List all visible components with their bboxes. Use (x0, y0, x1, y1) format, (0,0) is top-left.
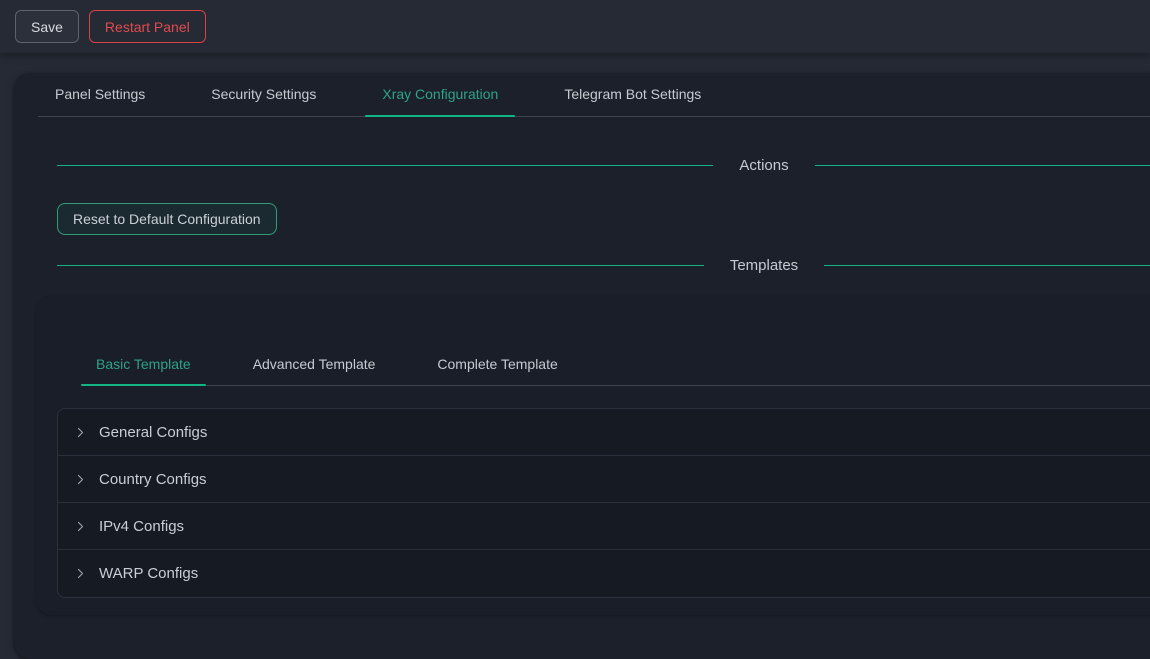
chevron-right-icon (74, 520, 87, 533)
settings-card: Panel Settings Security Settings Xray Co… (14, 73, 1150, 659)
tab-telegram-bot-settings[interactable]: Telegram Bot Settings (547, 73, 718, 116)
collapse-row-label: WARP Configs (99, 565, 198, 582)
chevron-right-icon (74, 426, 87, 439)
template-config-collapse-list: General Configs Country Configs IPv4 Con… (57, 408, 1150, 598)
tab-panel-settings[interactable]: Panel Settings (38, 73, 162, 116)
templates-card: Basic Template Advanced Template Complet… (36, 296, 1150, 615)
templates-divider-title: Templates (704, 257, 824, 274)
tab-basic-template[interactable]: Basic Template (81, 344, 206, 385)
collapse-row-label: General Configs (99, 424, 207, 441)
settings-tab-bar: Panel Settings Security Settings Xray Co… (38, 73, 1150, 117)
restart-panel-button[interactable]: Restart Panel (89, 10, 206, 43)
tab-advanced-template[interactable]: Advanced Template (238, 344, 391, 385)
collapse-row-general-configs[interactable]: General Configs (58, 409, 1150, 456)
reset-default-configuration-button[interactable]: Reset to Default Configuration (57, 203, 277, 235)
actions-divider-title: Actions (713, 157, 814, 174)
tab-security-settings[interactable]: Security Settings (194, 73, 333, 116)
actions-divider: Actions (57, 153, 1150, 177)
tab-xray-configuration[interactable]: Xray Configuration (365, 73, 515, 116)
collapse-row-ipv4-configs[interactable]: IPv4 Configs (58, 503, 1150, 550)
chevron-right-icon (74, 567, 87, 580)
save-button[interactable]: Save (15, 10, 79, 43)
tab-complete-template[interactable]: Complete Template (422, 344, 572, 385)
top-toolbar: Save Restart Panel (0, 0, 1150, 53)
collapse-row-country-configs[interactable]: Country Configs (58, 456, 1150, 503)
chevron-right-icon (74, 473, 87, 486)
templates-divider: Templates (57, 253, 1150, 277)
collapse-row-label: IPv4 Configs (99, 518, 184, 535)
templates-tab-bar: Basic Template Advanced Template Complet… (81, 344, 1150, 386)
collapse-row-label: Country Configs (99, 471, 207, 488)
collapse-row-warp-configs[interactable]: WARP Configs (58, 550, 1150, 597)
